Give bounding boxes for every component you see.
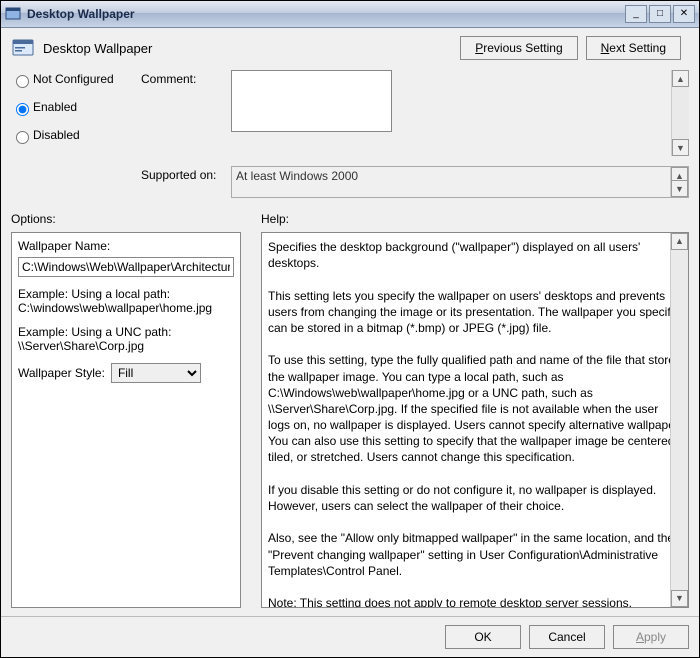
- wallpaper-style-select[interactable]: CenterFillFitStretchTile: [111, 363, 201, 383]
- close-button[interactable]: ✕: [673, 5, 695, 23]
- radio-disabled[interactable]: Disabled: [11, 128, 141, 144]
- wallpaper-name-input[interactable]: [18, 257, 234, 277]
- help-text: Specifies the desktop background ("wallp…: [268, 240, 685, 608]
- apply-button[interactable]: Apply: [613, 625, 689, 649]
- dialog-footer: OK Cancel Apply: [1, 616, 699, 657]
- example-local-value: C:\windows\web\wallpaper\home.jpg: [18, 301, 234, 315]
- radio-not-configured-input[interactable]: [16, 75, 29, 88]
- title-bar[interactable]: Desktop Wallpaper _ □ ✕: [1, 1, 699, 28]
- help-header: Help:: [261, 212, 689, 226]
- radio-disabled-input[interactable]: [16, 131, 29, 144]
- window-title: Desktop Wallpaper: [27, 7, 135, 21]
- radio-not-configured[interactable]: Not Configured: [11, 72, 141, 88]
- options-panel: Wallpaper Name: Example: Using a local p…: [11, 232, 241, 608]
- ok-button[interactable]: OK: [445, 625, 521, 649]
- wallpaper-name-label: Wallpaper Name:: [18, 239, 234, 253]
- radio-enabled[interactable]: Enabled: [11, 100, 141, 116]
- state-radio-group: Not Configured Enabled Disabled: [11, 70, 141, 156]
- supported-on-text: At least Windows 2000: [236, 169, 358, 183]
- help-panel[interactable]: Specifies the desktop background ("wallp…: [261, 232, 689, 608]
- minimize-button[interactable]: _: [625, 5, 647, 23]
- policy-icon: [11, 36, 35, 60]
- options-header: Options:: [11, 212, 241, 226]
- policy-editor-window: Desktop Wallpaper _ □ ✕ Desktop Wallpape…: [0, 0, 700, 658]
- comment-textarea[interactable]: [231, 70, 392, 132]
- wallpaper-style-label: Wallpaper Style:: [18, 366, 105, 380]
- next-setting-button[interactable]: Next Setting: [586, 36, 681, 60]
- comment-label: Comment:: [141, 70, 231, 156]
- radio-enabled-input[interactable]: [16, 103, 29, 116]
- supported-label: Supported on:: [141, 166, 231, 198]
- example-local-label: Example: Using a local path:: [18, 287, 234, 301]
- example-unc-value: \\Server\Share\Corp.jpg: [18, 339, 234, 353]
- maximize-button[interactable]: □: [649, 5, 671, 23]
- supported-on-box: At least Windows 2000 ▲▼: [231, 166, 689, 198]
- example-unc-label: Example: Using a UNC path:: [18, 325, 234, 339]
- page-title: Desktop Wallpaper: [43, 41, 152, 56]
- previous-setting-button[interactable]: Previous Setting: [460, 36, 577, 60]
- cancel-button[interactable]: Cancel: [529, 625, 605, 649]
- app-icon: [5, 6, 21, 22]
